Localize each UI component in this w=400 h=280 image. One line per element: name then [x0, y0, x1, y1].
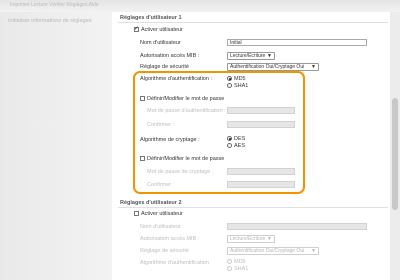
user1-auth-md5-label: MD5 [234, 76, 246, 82]
user1-username-label: Nom d'utilisateur [140, 40, 181, 46]
user1-crypto-des-option[interactable]: DES [227, 136, 245, 142]
user2-username-input[interactable] [227, 223, 367, 230]
user2-security-select[interactable]: Authentification Oui/Cryptage Oui ▼ [227, 247, 319, 255]
user2-access-select[interactable]: Lecture/Ecriture ▼ [227, 235, 275, 243]
user1-auth-sha1-radio[interactable] [227, 83, 232, 88]
user1-access-select[interactable]: Lecture/Ecriture ▼ [227, 52, 275, 60]
user2-access-value: Lecture/Ecriture [230, 236, 266, 242]
user1-set-pw2-checkbox[interactable] [140, 156, 145, 161]
user1-auth-pw-input[interactable] [227, 107, 295, 114]
user1-confirm-input[interactable] [227, 121, 295, 128]
sidebar: Initialiser informations de réglages [0, 12, 113, 280]
user2-activate-checkbox[interactable] [134, 211, 139, 216]
user1-security-value: Authentification Oui/Cryptage Oui [230, 64, 305, 70]
divider [118, 22, 388, 23]
user2-auth-md5-radio[interactable] [227, 259, 232, 264]
user2-auth-sha1-label: SHA1 [234, 266, 249, 272]
sidebar-link-initialize[interactable]: Initialiser informations de réglages [8, 18, 91, 24]
highlight-frame [133, 71, 305, 194]
user1-set-pw-checkbox[interactable] [140, 96, 145, 101]
user1-crypto-aes-option[interactable]: AES [227, 143, 245, 149]
user2-auth-sha1-option[interactable]: SHA1 [227, 266, 248, 272]
user2-auth-md5-label: MD5 [234, 259, 246, 265]
user1-set-pw2-row[interactable]: Définir/Modifier le mot de passe [140, 156, 224, 162]
user1-crypto-aes-label: AES [234, 143, 246, 149]
user1-confirm2-label: Confirmer : [147, 182, 175, 188]
user2-auth-algo-label: Algorithme d'authentification [140, 260, 209, 266]
user1-access-label: Autorisation accès MIB : [140, 53, 200, 59]
user1-auth-sha1-option[interactable]: SHA1 [227, 83, 248, 89]
user2-security-value: Authentification Oui/Cryptage Oui [230, 248, 305, 254]
user1-username-input[interactable]: Initial [227, 39, 367, 46]
user1-auth-md5-option[interactable]: MD5 [227, 76, 246, 82]
user1-crypto-pw-input[interactable] [227, 168, 295, 175]
user1-set-pw-row[interactable]: Définir/Modifier le mot de passe [140, 96, 224, 102]
user1-crypto-aes-radio[interactable] [227, 143, 232, 148]
user2-auth-md5-option[interactable]: MD5 [227, 259, 246, 265]
user2-auth-sha1-radio[interactable] [227, 266, 232, 271]
user2-access-label: Autorisation accès MIB : [140, 236, 200, 242]
chevron-down-icon: ▼ [267, 236, 272, 242]
user1-section-title: Réglages d'utilisateur 1 [120, 15, 182, 21]
user2-section-title: Réglages d'utilisateur 2 [120, 200, 182, 206]
user1-activate-checkbox[interactable] [134, 25, 139, 32]
user1-crypto-des-label: DES [234, 136, 246, 142]
user2-security-label: Réglage de sécurité [140, 248, 189, 254]
user1-access-value: Lecture/Ecriture [230, 53, 266, 59]
user1-auth-md5-radio[interactable] [227, 76, 232, 81]
user1-crypto-des-radio[interactable] [227, 136, 232, 141]
divider [118, 207, 388, 208]
user1-set-pw2-label: Définir/Modifier le mot de passe [147, 156, 225, 162]
user1-security-label: Réglage de sécurité [140, 64, 189, 70]
user1-confirm-label: Confirmer : [147, 122, 175, 128]
chevron-down-icon: ▼ [267, 53, 272, 59]
user1-security-select[interactable]: Authentification Oui/Cryptage Oui ▼ [227, 63, 319, 71]
user1-set-pw-label: Définir/Modifier le mot de passe [147, 96, 225, 102]
top-menu: Imprimer Lecture Vérifier Réglages Aide [10, 2, 99, 8]
chevron-down-icon: ▼ [311, 248, 316, 254]
user1-activate-row[interactable]: Activer utilisateur [134, 25, 183, 33]
user1-crypto-algo-label: Algorithme de cryptage : [140, 137, 200, 143]
user1-crypto-pw-label: Mot de passe de cryptage : [147, 169, 214, 175]
user1-auth-algo-label: Algorithme d'authentification : [140, 76, 212, 82]
user2-activate-label: Activer utilisateur [141, 211, 183, 217]
scrollbar-thumb[interactable] [392, 98, 398, 210]
user1-activate-label: Activer utilisateur [141, 27, 183, 33]
user1-auth-sha1-label: SHA1 [234, 83, 249, 89]
user1-auth-pw-label: Mot de passe d'authentification : [147, 108, 226, 114]
chevron-down-icon: ▼ [311, 64, 316, 70]
user2-username-label: Nom d'utilisateur [140, 224, 181, 230]
user1-confirm2-input[interactable] [227, 181, 295, 188]
user2-activate-row[interactable]: Activer utilisateur [134, 211, 183, 217]
